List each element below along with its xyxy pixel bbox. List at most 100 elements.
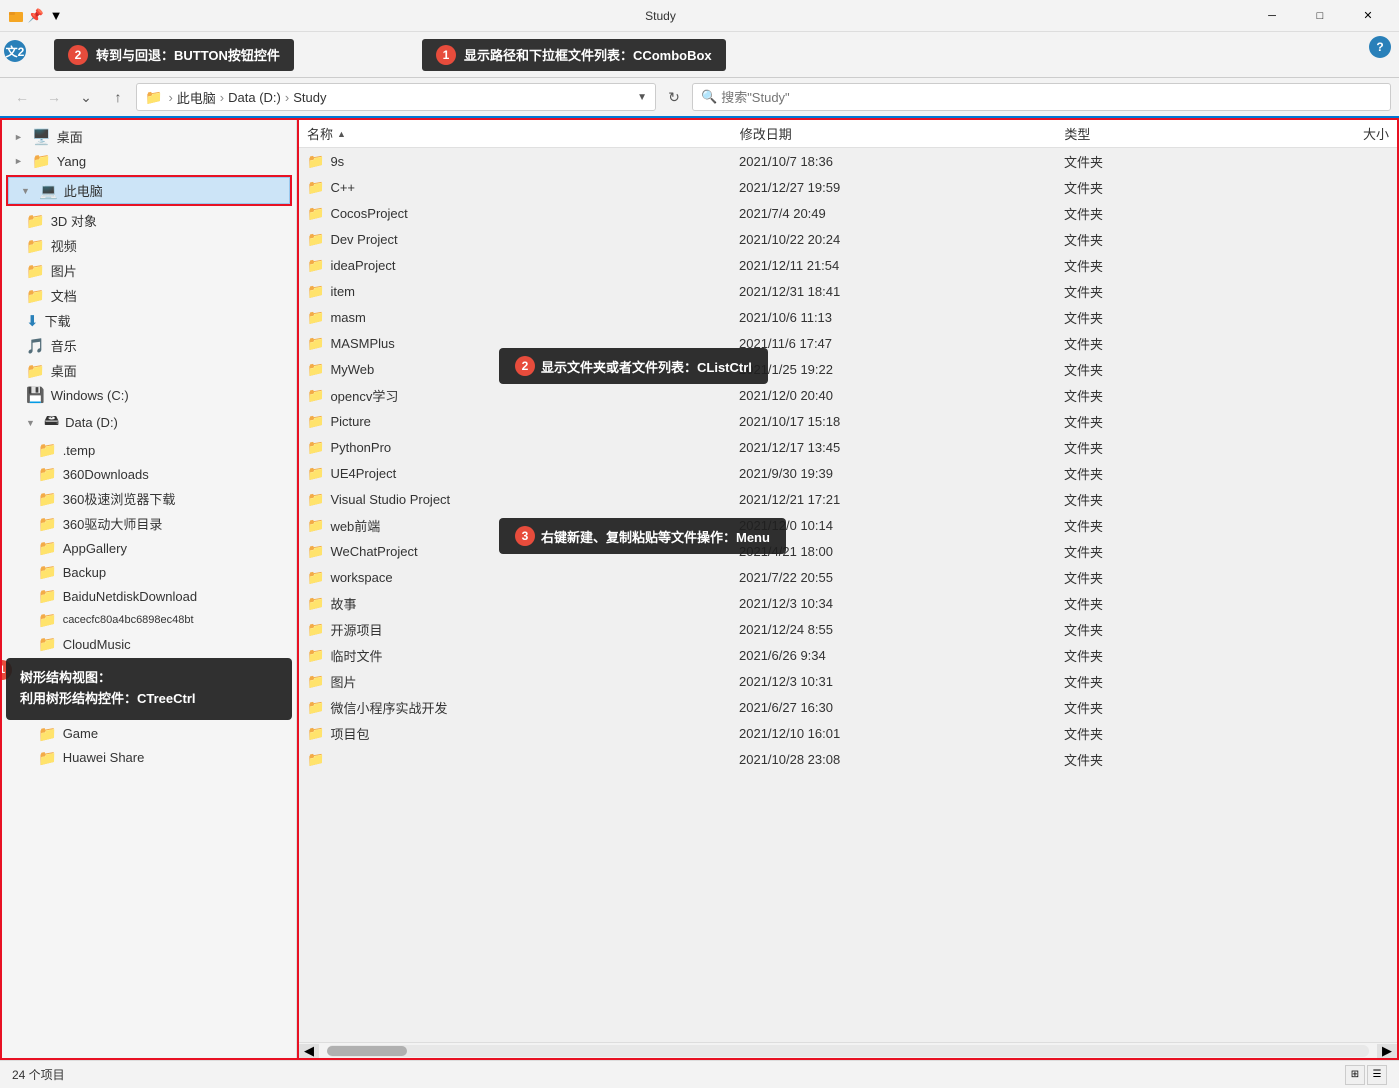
sidebar-label: 下载 [45,311,71,330]
table-row[interactable]: 📁 C++ 2021/12/27 19:59 文件夹 [299,174,1397,200]
sidebar-item-appgallery[interactable]: 📁 AppGallery [2,536,296,560]
sidebar-item-desktop-top[interactable]: ► 🖥️ 桌面 [2,124,296,149]
file-date: 2021/7/22 20:55 [739,570,1060,585]
annotation-listctrl: 2 显示文件夹或者文件列表：CListCtrl [499,348,768,384]
sidebar-item-pictures[interactable]: 📁 图片 [2,258,296,283]
sidebar-item-downloads[interactable]: ⬇ 下载 [2,308,296,333]
file-name-cell: 📁 微信小程序实战开发 [307,698,735,717]
maximize-button[interactable]: □ [1297,0,1343,32]
sidebar-item-360driver[interactable]: 📁 360驱动大师目录 [2,511,296,536]
sidebar-item-backup[interactable]: 📁 Backup [2,560,296,584]
table-row[interactable]: 📁 opencv学习 2021/12/0 20:40 文件夹 [299,382,1397,408]
scroll-right-btn[interactable]: ▶ [1377,1044,1397,1058]
table-row[interactable]: 📁 9s 2021/10/7 18:36 文件夹 [299,148,1397,174]
sidebar-item-yang[interactable]: ► 📁 Yang [2,149,296,173]
table-row[interactable]: 📁 2021/10/28 23:08 文件夹 [299,746,1397,772]
table-row[interactable]: 📁 Dev Project 2021/10/22 20:24 文件夹 [299,226,1397,252]
file-folder-icon: 📁 [307,517,324,534]
table-row[interactable]: 📁 开源项目 2021/12/24 8:55 文件夹 [299,616,1397,642]
refresh-button[interactable]: ↻ [660,83,688,111]
table-row[interactable]: 📁 MyWeb 2021/1/25 19:22 文件夹 [299,356,1397,382]
sidebar-label: Game [63,726,98,741]
table-row[interactable]: 📁 UE4Project 2021/9/30 19:39 文件夹 [299,460,1397,486]
file-folder-icon: 📁 [307,465,324,482]
sidebar-item-video[interactable]: 📁 视频 [2,233,296,258]
table-row[interactable]: 📁 ideaProject 2021/12/11 21:54 文件夹 [299,252,1397,278]
table-row[interactable]: 📁 图片 2021/12/3 10:31 文件夹 [299,668,1397,694]
file-name-cell: 📁 workspace [307,569,735,586]
sidebar-item-windows-c[interactable]: 💾 Windows (C:) [2,383,296,407]
table-row[interactable]: 📁 Visual Studio Project 2021/12/21 17:21… [299,486,1397,512]
table-row[interactable]: 📁 临时文件 2021/6/26 9:34 文件夹 [299,642,1397,668]
search-icon: 🔍 [701,89,717,105]
table-row[interactable]: 📁 PythonPro 2021/12/17 13:45 文件夹 [299,434,1397,460]
horizontal-scrollbar[interactable]: ◀ ▶ [299,1042,1397,1058]
sidebar-item-docs[interactable]: 📁 文档 [2,283,296,308]
file-folder-icon: 📁 [307,699,324,716]
folder-icon: 📁 [26,287,45,305]
table-row[interactable]: 📁 masm 2021/10/6 11:13 文件夹 [299,304,1397,330]
table-row[interactable]: 📁 Picture 2021/10/17 15:18 文件夹 [299,408,1397,434]
path-dropdown-arrow[interactable]: ▼ [637,92,647,103]
sidebar-item-3d[interactable]: 📁 3D 对象 [2,208,296,233]
file-folder-icon: 📁 [307,439,324,456]
window-title: Study [72,9,1249,23]
search-input[interactable] [721,90,1382,105]
file-name: Dev Project [330,232,397,247]
sidebar-item-data-d[interactable]: ▼ 🖴 Data (D:) [2,407,296,438]
col-header-size[interactable]: 大小 [1281,124,1389,143]
grid-view-button[interactable]: ⊞ [1345,1065,1365,1085]
close-button[interactable]: ✕ [1345,0,1391,32]
sidebar-item-baidu[interactable]: 📁 BaiduNetdiskDownload [2,584,296,608]
col-header-date[interactable]: 修改日期 [740,124,1065,143]
col-header-type[interactable]: 类型 [1064,124,1280,143]
search-box[interactable]: 🔍 [692,83,1391,111]
file-type: 文件夹 [1064,230,1278,249]
file-list-scroll[interactable]: 📁 9s 2021/10/7 18:36 文件夹 📁 C++ 2021/12/2… [299,148,1397,1042]
file-name: UE4Project [330,466,396,481]
file-name: opencv学习 [330,386,398,405]
sidebar-item-game[interactable]: 📁 Game [2,722,296,746]
sidebar-item-cache[interactable]: 📁 cacecfc80a4bc6898ec48bt [2,608,296,632]
sidebar-item-huawei[interactable]: 📁 Huawei Share [2,746,296,770]
list-view-button[interactable]: ☰ [1367,1065,1387,1085]
address-path[interactable]: 📁 › 此电脑 › Data (D:) › Study ▼ [136,83,656,111]
file-name-cell: 📁 C++ [307,179,735,196]
sidebar-item-temp[interactable]: 📁 .temp [2,438,296,462]
folder-icon: 📁 [38,611,57,629]
sidebar-item-cloudmusic[interactable]: 📁 CloudMusic [2,632,296,656]
scroll-track[interactable] [327,1045,1369,1057]
table-row[interactable]: 📁 项目包 2021/12/10 16:01 文件夹 [299,720,1397,746]
table-row[interactable]: 📁 微信小程序实战开发 2021/6/27 16:30 文件夹 [299,694,1397,720]
table-row[interactable]: 📁 MASMPlus 2021/11/6 17:47 文件夹 [299,330,1397,356]
minimize-button[interactable]: ─ [1249,0,1295,32]
col-header-name[interactable]: 名称 ▲ [307,124,740,143]
table-row[interactable]: 📁 故事 2021/12/3 10:34 文件夹 [299,590,1397,616]
sidebar-item-this-pc[interactable]: ▼ 💻 此电脑 [8,177,290,204]
table-row[interactable]: 📁 WeChatProject 2021/4/21 18:00 文件夹 [299,538,1397,564]
up-button[interactable]: ↑ [104,83,132,111]
sidebar-item-360browser[interactable]: 📁 360极速浏览器下载 [2,486,296,511]
table-row[interactable]: 📁 CocosProject 2021/7/4 20:49 文件夹 [299,200,1397,226]
sidebar-item-music[interactable]: 🎵 音乐 [2,333,296,358]
scroll-thumb[interactable] [327,1046,407,1056]
forward-button[interactable]: → [40,83,68,111]
folder-icon: 📁 [38,587,57,605]
sidebar-label: 图片 [51,261,77,280]
sidebar-item-desktop2[interactable]: 📁 桌面 [2,358,296,383]
file-date: 2021/10/17 15:18 [739,414,1060,429]
scroll-left-btn[interactable]: ◀ [299,1044,319,1058]
sidebar-label: AppGallery [63,541,127,556]
folder-icon: 📁 [38,441,57,459]
file-type: 文件夹 [1064,152,1278,171]
file-type: 文件夹 [1064,178,1278,197]
table-row[interactable]: 📁 web前端 2021/12/0 10:14 文件夹 [299,512,1397,538]
table-row[interactable]: 📁 item 2021/12/31 18:41 文件夹 [299,278,1397,304]
sidebar-label: 360极速浏览器下载 [63,489,176,508]
expand-icon: ▼ [26,418,38,428]
back-button[interactable]: ← [8,83,36,111]
table-row[interactable]: 📁 workspace 2021/7/22 20:55 文件夹 [299,564,1397,590]
sidebar-item-360downloads[interactable]: 📁 360Downloads [2,462,296,486]
expand-icon: ▼ [21,186,33,196]
recent-locations-button[interactable]: ⌄ [72,83,100,111]
